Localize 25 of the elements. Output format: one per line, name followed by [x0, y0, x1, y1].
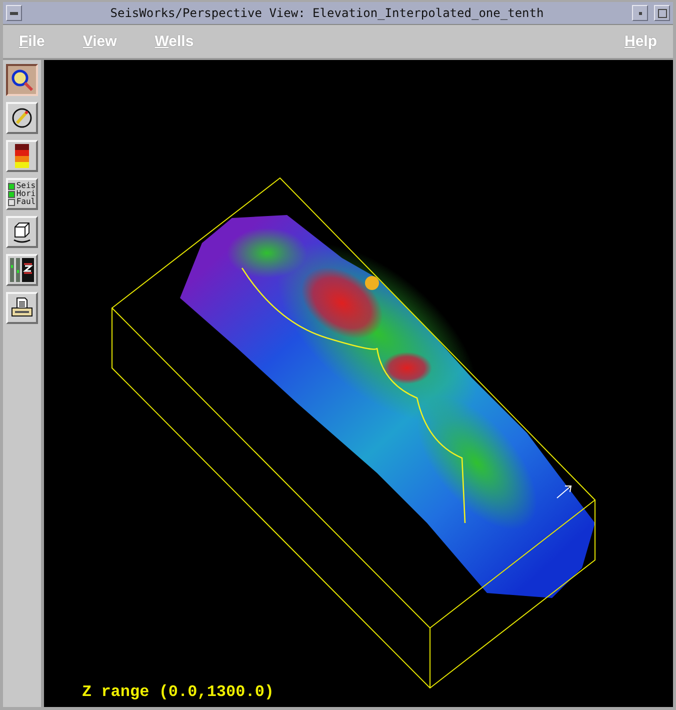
layer-label: Seis — [16, 182, 36, 190]
minimize-icon — [638, 12, 642, 14]
layer-label: Hori — [16, 190, 36, 198]
maximize-button[interactable] — [654, 5, 670, 21]
minimize-button[interactable] — [632, 5, 648, 21]
z-range-label: Z range (0.0,1300.0) — [82, 683, 276, 701]
help-menu[interactable]: Help — [624, 33, 657, 50]
menu-item[interactable]: View — [82, 33, 117, 50]
minus-icon — [10, 12, 18, 14]
color-bar-icon — [15, 144, 29, 168]
north-arrow-icon — [556, 486, 572, 498]
checkbox[interactable] — [8, 198, 16, 206]
checkbox[interactable] — [8, 182, 16, 190]
magnifier-icon — [10, 68, 34, 92]
window-menu-button[interactable] — [6, 5, 22, 21]
layer-label: Faul — [16, 198, 36, 206]
tool-button[interactable]: Seis Hori Faul — [6, 178, 38, 210]
checkbox[interactable] — [8, 190, 16, 198]
z-scale-icon — [9, 257, 35, 283]
maximize-icon — [658, 8, 666, 18]
pencil-rotate-icon — [10, 106, 34, 130]
tool-button[interactable] — [6, 64, 38, 96]
menu-item[interactable]: Wells — [154, 33, 194, 50]
window-title: SeisWorks/Perspective View: Elevation_Interpolated_one_tenth — [109, 6, 545, 20]
menu-item[interactable]: File — [19, 33, 45, 50]
